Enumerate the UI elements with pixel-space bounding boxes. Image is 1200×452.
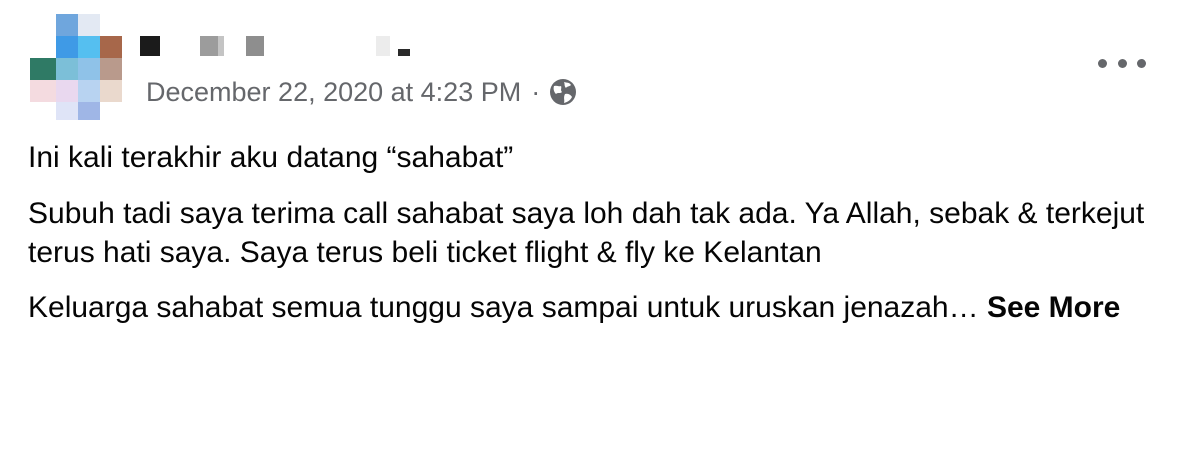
more-options-button[interactable] xyxy=(1098,50,1146,76)
meta-separator: · xyxy=(531,76,541,107)
author-name[interactable] xyxy=(136,36,426,58)
post-paragraph-text: Keluarga sahabat semua tunggu saya sampa… xyxy=(28,291,979,324)
more-horizontal-icon xyxy=(1137,58,1146,68)
avatar[interactable] xyxy=(30,14,122,120)
post-paragraph: Subuh tadi saya terima call sahabat saya… xyxy=(28,197,1145,269)
globe-icon[interactable] xyxy=(548,77,578,107)
more-horizontal-icon xyxy=(1098,58,1107,68)
post-paragraph-last: Keluarga sahabat semua tunggu saya sampa… xyxy=(28,288,1188,327)
post-body: Ini kali terakhir aku datang “sahabat” S… xyxy=(28,138,1188,327)
see-more-link[interactable]: See More xyxy=(987,291,1120,324)
post-paragraph: Ini kali terakhir aku datang “sahabat” xyxy=(28,141,514,174)
post-timestamp[interactable]: December 22, 2020 at 4:23 PM xyxy=(146,77,521,108)
more-horizontal-icon xyxy=(1117,58,1127,68)
post-meta: December 22, 2020 at 4:23 PM · xyxy=(146,72,578,112)
